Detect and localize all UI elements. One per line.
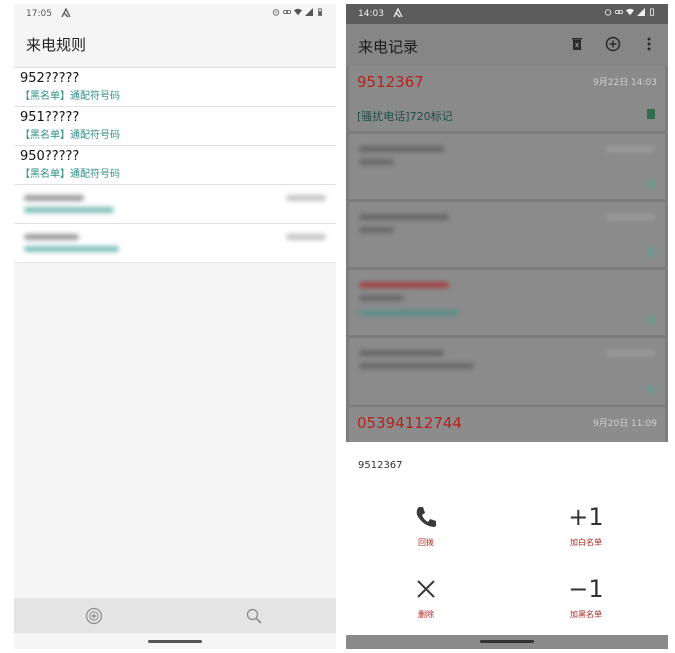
more-vert-icon[interactable]	[640, 35, 658, 53]
gesture-bar[interactable]	[148, 640, 202, 643]
signal-icon	[637, 8, 645, 16]
status-bar: 14:03	[346, 4, 668, 24]
rule-number: 952?????	[20, 71, 80, 86]
caller-number: 9512367	[357, 73, 424, 91]
blurred-rule-item[interactable]	[14, 223, 336, 263]
call-back-button[interactable]: 回拨	[386, 502, 466, 548]
minus-one-icon: −1	[568, 575, 604, 603]
delete-icon[interactable]	[568, 35, 586, 53]
delete-button[interactable]: 删除	[386, 574, 466, 620]
call-tag: [骚扰电话]720标记	[357, 110, 453, 123]
add-blacklist-label: 加黑名单	[570, 610, 602, 619]
link-icon	[283, 10, 291, 14]
status-time: 17:05	[26, 9, 52, 19]
add-blacklist-button[interactable]: −1 加黑名单	[546, 574, 626, 620]
left-phone-screen: 17:05 来电规则 952????? 【黑名单】通配符号码 951????? …	[14, 4, 336, 649]
status-icons	[604, 8, 656, 16]
add-circle-icon[interactable]	[84, 606, 104, 626]
call-record-item[interactable]: 05394112744 9月20日 11:09	[349, 407, 665, 442]
notification-icon	[393, 7, 403, 21]
link-icon	[615, 10, 623, 14]
rule-type: 【黑名单】通配符号码	[20, 91, 120, 102]
notification-icon	[61, 7, 71, 21]
status-bar: 17:05	[14, 4, 336, 24]
rule-type: 【黑名单】通配符号码	[20, 130, 120, 141]
page-title: 来电规则	[26, 36, 87, 54]
phone-icon	[386, 502, 466, 532]
alarm-icon	[604, 9, 612, 16]
delete-label: 删除	[418, 610, 434, 619]
call-back-label: 回拨	[418, 538, 434, 547]
signal-icon	[305, 8, 313, 16]
status-icons	[272, 8, 324, 16]
call-date: 9月20日 11:09	[593, 419, 657, 429]
page-title: 来电记录	[358, 38, 419, 56]
action-bottom-sheet: 9512367 回拨 +1 加白名单 删除 −1 加黑名单	[346, 442, 668, 635]
search-icon[interactable]	[244, 606, 264, 626]
navigation-bar	[346, 635, 668, 649]
call-record-item[interactable]: 9512367 9月22日 14:03 [骚扰电话]720标记	[349, 66, 665, 131]
blurred-call-record[interactable]	[349, 270, 665, 335]
right-phone-screen: 14:03 来电记录 9512367 9月22日 14:03 [骚扰电话]720…	[346, 4, 668, 649]
wifi-icon	[626, 8, 634, 16]
rule-item[interactable]: 952????? 【黑名单】通配符号码	[14, 67, 336, 106]
tag-icon	[647, 109, 655, 119]
blurred-rule-item[interactable]	[14, 184, 336, 223]
rule-type: 【黑名单】通配符号码	[20, 169, 120, 180]
gesture-bar[interactable]	[480, 640, 534, 643]
blurred-call-record[interactable]	[349, 338, 665, 405]
add-icon[interactable]	[604, 35, 622, 53]
rule-number: 950?????	[20, 149, 80, 164]
blurred-call-record[interactable]	[349, 202, 665, 267]
battery-icon	[318, 8, 322, 16]
close-icon	[386, 574, 466, 604]
rule-item[interactable]: 950????? 【黑名单】通配符号码	[14, 145, 336, 184]
sheet-number: 9512367	[358, 460, 403, 471]
call-date: 9月22日 14:03	[593, 78, 657, 88]
add-whitelist-label: 加白名单	[570, 538, 602, 547]
battery-icon	[650, 8, 654, 16]
bottom-toolbar	[14, 598, 336, 633]
add-whitelist-button[interactable]: +1 加白名单	[546, 502, 626, 548]
status-time: 14:03	[358, 9, 384, 19]
alarm-icon	[272, 9, 280, 16]
plus-one-icon: +1	[568, 503, 604, 531]
rule-item[interactable]: 951????? 【黑名单】通配符号码	[14, 106, 336, 145]
wifi-icon	[294, 8, 302, 16]
rule-number: 951?????	[20, 110, 80, 125]
rule-list: 952????? 【黑名单】通配符号码 951????? 【黑名单】通配符号码 …	[14, 67, 336, 263]
blurred-call-record[interactable]	[349, 134, 665, 199]
caller-number: 05394112744	[357, 414, 462, 432]
app-bar: 来电记录	[346, 24, 668, 66]
